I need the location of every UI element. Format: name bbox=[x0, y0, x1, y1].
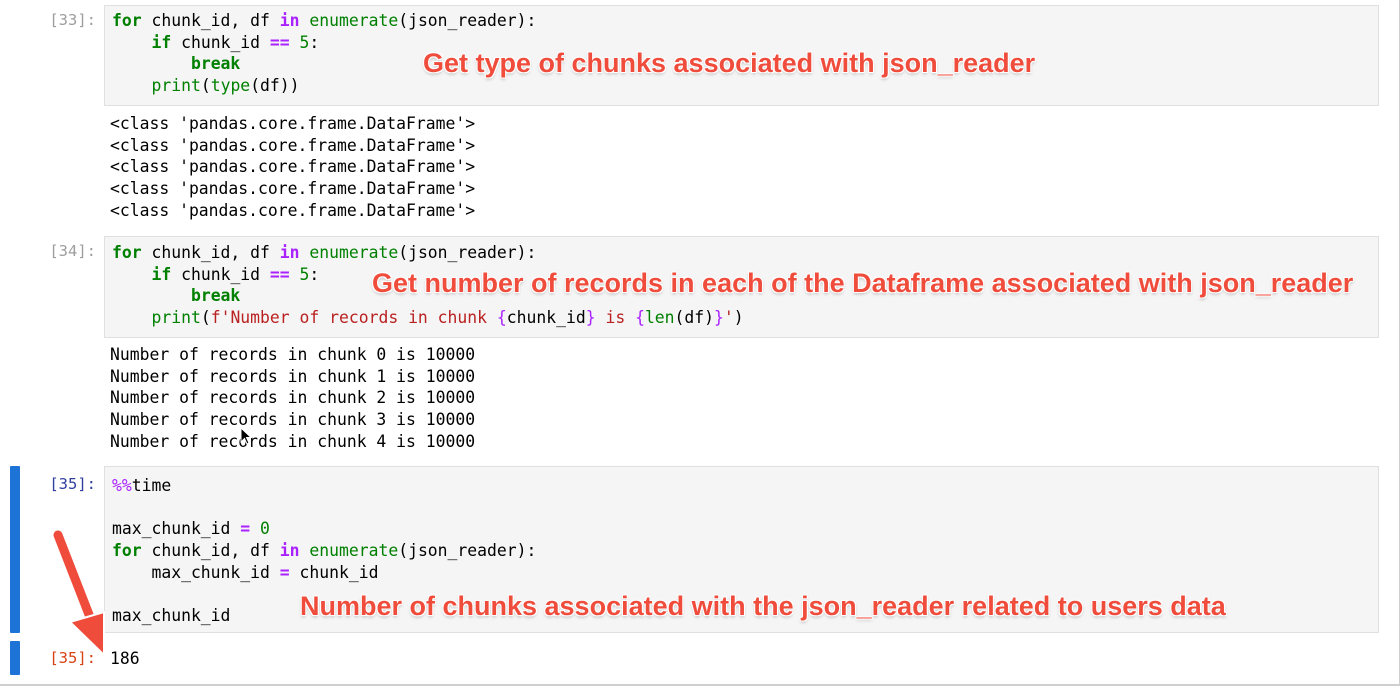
code-line: if chunk_id == 5: bbox=[151, 32, 320, 52]
output-line: Number of records in chunk 1 is 10000 bbox=[110, 366, 476, 386]
code-line: max_chunk_id = chunk_id bbox=[112, 562, 379, 582]
output-line: Number of records in chunk 3 is 10000 bbox=[110, 410, 476, 430]
code-line: max_chunk_id bbox=[112, 606, 231, 626]
output-line: Number of records in chunk 2 is 10000 bbox=[110, 388, 476, 408]
mouse-pointer-icon bbox=[240, 427, 253, 445]
output-line: <class 'pandas.core.frame.DataFrame'> bbox=[110, 135, 476, 155]
input-prompt-34: [34]: bbox=[49, 242, 96, 260]
code-line: for chunk_id, df in enumerate(json_reade… bbox=[112, 11, 537, 30]
output-line: <class 'pandas.core.frame.DataFrame'> bbox=[110, 179, 476, 199]
annotation-records-per-chunk: Get number of records in each of the Dat… bbox=[372, 268, 1354, 298]
annotation-chunk-count: Number of chunks associated with the jso… bbox=[300, 591, 1226, 621]
code-line: if chunk_id == 5: bbox=[151, 264, 320, 284]
code-line: for chunk_id, df in enumerate(json_reade… bbox=[112, 541, 537, 561]
code-line: %%time bbox=[112, 476, 172, 495]
code-line: break bbox=[190, 54, 241, 74]
input-prompt-35: [35]: bbox=[49, 475, 96, 493]
output-line: Number of records in chunk 0 is 10000 bbox=[110, 345, 476, 364]
cell-result: 186 bbox=[110, 649, 140, 668]
output-line: <class 'pandas.core.frame.DataFrame'> bbox=[110, 114, 476, 133]
code-line: max_chunk_id = 0 bbox=[112, 519, 270, 539]
code-line: break bbox=[190, 286, 241, 306]
input-prompt-33: [33]: bbox=[49, 11, 96, 29]
code-line: print(type(df)) bbox=[151, 76, 300, 96]
output-prompt-35: [35]: bbox=[49, 649, 96, 667]
output-line: Number of records in chunk 4 is 10000 bbox=[110, 431, 476, 451]
code-line: print(f'Number of records in chunk {chun… bbox=[151, 308, 744, 328]
annotation-chunk-type: Get type of chunks associated with json_… bbox=[423, 48, 1036, 78]
output-line: <class 'pandas.core.frame.DataFrame'> bbox=[110, 157, 476, 177]
output-line: <class 'pandas.core.frame.DataFrame'> bbox=[110, 200, 476, 220]
code-line: for chunk_id, df in enumerate(json_reade… bbox=[112, 243, 537, 262]
